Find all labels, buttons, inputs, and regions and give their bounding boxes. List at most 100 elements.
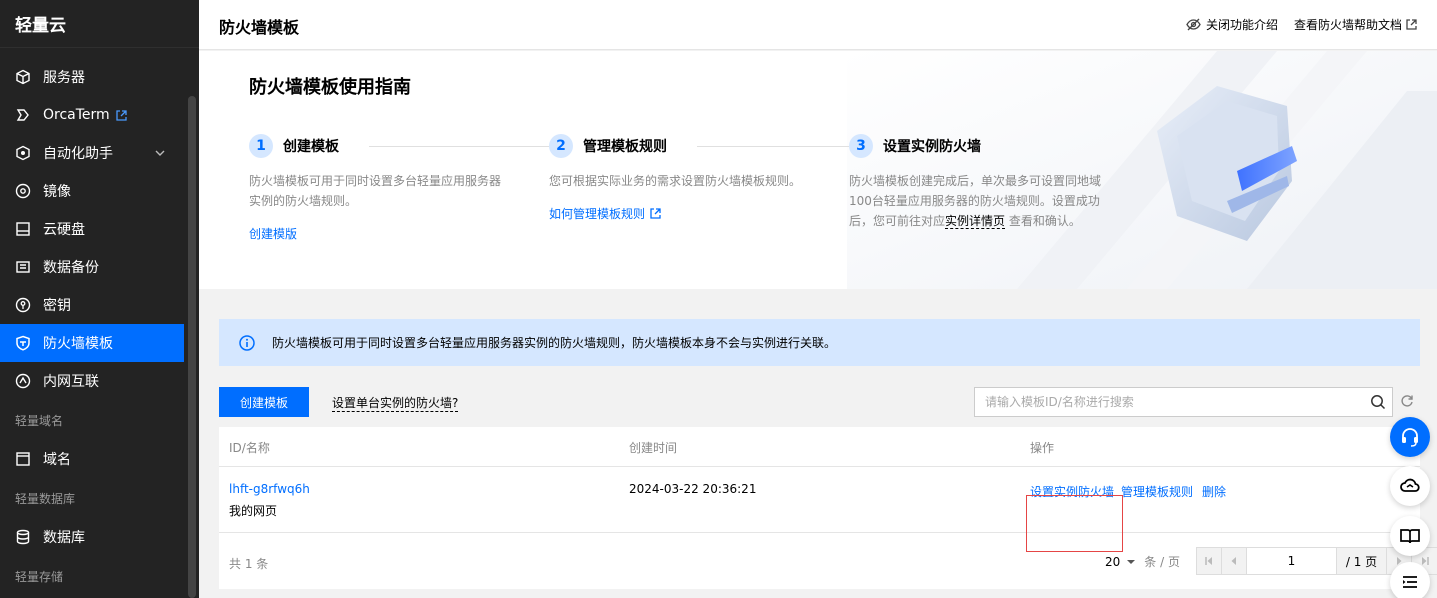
caret-down-icon: [1127, 559, 1136, 564]
guide-panel: 防火墙模板使用指南 1 创建模板 防火墙模板可用于同时设置多台轻量应用服务器实例…: [199, 51, 1437, 289]
step-title: 创建模板: [283, 139, 339, 155]
sidebar-item-label: OrcaTerm: [43, 107, 110, 123]
sidebar-item-label: 云硬盘: [43, 222, 85, 238]
create-template-link[interactable]: 创建模版: [249, 225, 549, 242]
single-instance-firewall-link[interactable]: 设置单台实例的防火墙?: [332, 394, 459, 412]
page-number-input[interactable]: 1: [1247, 548, 1337, 574]
sidebar-item-label: 域名: [43, 452, 71, 468]
list-icon: [1403, 576, 1417, 588]
sidebar-group-database: 轻量数据库: [15, 491, 76, 506]
close-intro-link[interactable]: 关闭功能介绍: [1186, 16, 1278, 33]
step-description-tail: 查看和确认。: [1008, 214, 1081, 228]
shield-icon: [15, 335, 31, 351]
step-number: 1: [249, 134, 273, 158]
sidebar-item-label: 防火墙模板: [43, 336, 113, 352]
template-table: ID/名称 创建时间 操作 lhft-g8rfwq6h 我的网页 2024-03…: [219, 427, 1437, 589]
help-doc-link[interactable]: 查看防火墙帮助文档: [1294, 16, 1417, 33]
domain-icon: [15, 451, 31, 467]
sidebar-nav: 服务器 OrcaTerm 自动化助手 镜像 云硬盘 数据备份 密钥 防火墙模板 …: [0, 58, 184, 596]
close-intro-label: 关闭功能介绍: [1206, 18, 1279, 32]
sidebar-item-label: 密钥: [43, 298, 71, 314]
sidebar-item-label: 镜像: [43, 184, 71, 200]
instance-detail-link[interactable]: 实例详情页: [945, 214, 1006, 229]
backup-icon: [15, 259, 31, 275]
created-time: 2024-03-22 20:36:21: [629, 482, 757, 496]
external-link-icon: [116, 109, 127, 121]
step-divider: [697, 145, 849, 147]
search-input[interactable]: [975, 388, 1355, 416]
sidebar-scrollbar[interactable]: [188, 96, 196, 598]
manage-rules-label: 如何管理模板规则: [549, 207, 646, 221]
step-number: 3: [849, 134, 873, 158]
guide-step-3: 3 设置实例防火墙 防火墙模板创建完成后，单次最多可设置同地域100台轻量应用服…: [849, 133, 1149, 231]
sidebar-item-firewall-template[interactable]: 防火墙模板: [0, 324, 184, 362]
column-header-id-name: ID/名称: [229, 441, 270, 455]
list-menu-button[interactable]: [1390, 562, 1430, 598]
refresh-icon[interactable]: [1400, 394, 1414, 408]
sidebar-item-keys[interactable]: 密钥: [0, 286, 184, 324]
cube-icon: [15, 69, 31, 85]
sidebar-item-image[interactable]: 镜像: [0, 172, 184, 210]
disc-icon: [15, 183, 31, 199]
notice-text: 防火墙模板可用于同时设置多台轻量应用服务器实例的防火墙规则，防火墙模板本身不会与…: [272, 336, 837, 350]
sidebar-item-label: 数据库: [43, 530, 85, 546]
first-page-button[interactable]: [1197, 548, 1222, 574]
table-row: lhft-g8rfwq6h 我的网页 2024-03-22 20:36:21 设…: [219, 467, 1420, 552]
total-pages: / 1 页: [1337, 548, 1387, 574]
sidebar-group-storage: 轻量存储: [15, 569, 64, 584]
step-description: 防火墙模板创建完成后，单次最多可设置同地域100台轻量应用服务器的防火墙规则。设…: [849, 171, 1111, 231]
first-page-icon: [1205, 557, 1212, 565]
sidebar-group-domain: 轻量域名: [15, 413, 64, 428]
create-template-button[interactable]: 创建模板: [219, 387, 309, 417]
chevron-down-icon: [154, 147, 166, 159]
sidebar-item-label: 服务器: [43, 70, 85, 86]
step-divider: [369, 145, 549, 147]
column-header-actions: 操作: [1030, 441, 1055, 455]
template-id-link[interactable]: lhft-g8rfwq6h: [229, 482, 310, 496]
sidebar-item-automation[interactable]: 自动化助手: [0, 134, 184, 172]
guide-step-1: 1 创建模板 防火墙模板可用于同时设置多台轻量应用服务器实例的防火墙规则。 创建…: [249, 133, 549, 242]
book-icon: [1400, 529, 1420, 544]
manage-rules-action[interactable]: 管理模板规则: [1121, 483, 1193, 500]
step-title: 管理模板规则: [583, 139, 667, 155]
prev-page-button[interactable]: [1222, 548, 1247, 574]
automation-icon: [15, 145, 31, 161]
customer-service-button[interactable]: [1390, 417, 1430, 457]
step-title: 设置实例防火墙: [883, 139, 981, 155]
sidebar-item-database[interactable]: 数据库: [0, 518, 184, 556]
sidebar-item-domain[interactable]: 域名: [0, 440, 184, 478]
eye-off-icon: [1186, 18, 1201, 31]
manage-rules-link[interactable]: 如何管理模板规则: [549, 205, 849, 222]
brand-title: 轻量云: [0, 0, 199, 48]
total-count: 共 1 条: [229, 557, 269, 571]
column-header-created: 创建时间: [629, 441, 678, 455]
docs-button[interactable]: [1390, 516, 1430, 556]
info-notice: 防火墙模板可用于同时设置多台轻量应用服务器实例的防火墙规则，防火墙模板本身不会与…: [219, 319, 1420, 366]
delete-action[interactable]: 删除: [1202, 483, 1226, 500]
guide-step-2: 2 管理模板规则 您可根据实际业务的需求设置防火墙模板规则。 如何管理模板规则: [549, 133, 849, 222]
intranet-icon: [15, 373, 31, 389]
step-description: 防火墙模板可用于同时设置多台轻量应用服务器实例的防火墙规则。: [249, 174, 502, 208]
sidebar-item-backup[interactable]: 数据备份: [0, 248, 184, 286]
sidebar-item-intranet[interactable]: 内网互联: [0, 362, 184, 400]
sidebar-item-disk[interactable]: 云硬盘: [0, 210, 184, 248]
search-box: [974, 387, 1393, 417]
key-icon: [15, 297, 31, 313]
template-name: 我的网页: [229, 504, 278, 518]
help-doc-label: 查看防火墙帮助文档: [1294, 18, 1403, 32]
info-icon: [239, 334, 255, 351]
sidebar-item-label: 数据备份: [43, 260, 99, 276]
cloud-assistant-button[interactable]: [1390, 466, 1430, 506]
page-size-unit: 条 / 页: [1144, 555, 1180, 569]
sidebar-item-server[interactable]: 服务器: [0, 58, 184, 96]
step-number: 2: [549, 134, 573, 158]
external-link-icon: [1406, 19, 1417, 30]
orca-icon: [15, 107, 31, 123]
headset-icon: [1402, 428, 1418, 447]
page-header: 防火墙模板 关闭功能介绍 查看防火墙帮助文档: [199, 0, 1437, 50]
sidebar-item-orcaterm[interactable]: OrcaTerm: [0, 96, 184, 134]
database-icon: [15, 529, 31, 545]
search-icon[interactable]: [1370, 394, 1386, 410]
prev-page-icon: [1231, 557, 1236, 565]
page-size-select[interactable]: 20 条 / 页: [1105, 553, 1180, 570]
